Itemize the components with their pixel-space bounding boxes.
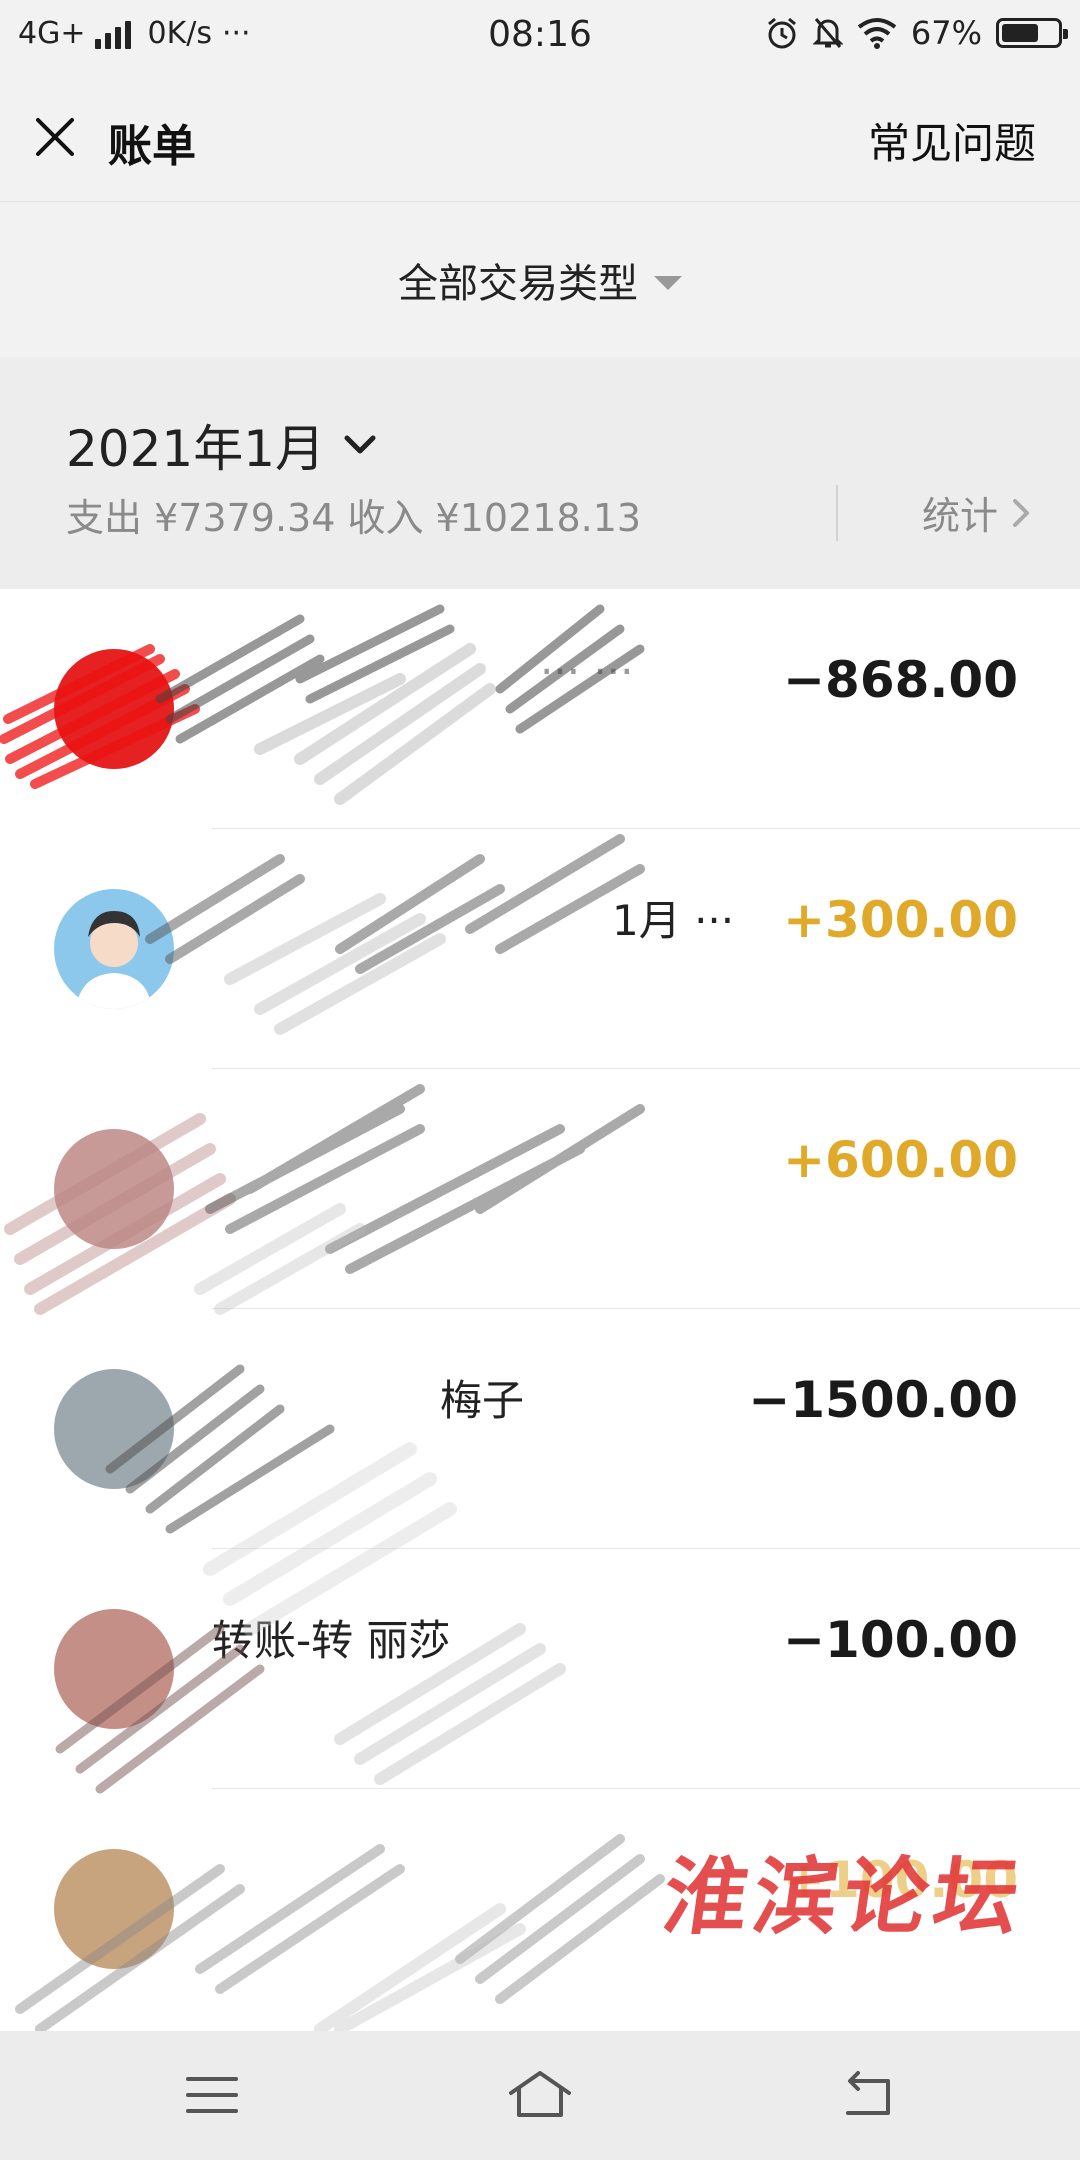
transaction-amount: −100.00 <box>783 1611 1018 1669</box>
stats-button[interactable]: 统计 <box>922 485 1030 540</box>
transaction-type-filter[interactable]: 全部交易类型 <box>0 202 1080 357</box>
transaction-amount: +600.00 <box>783 1131 1018 1189</box>
avatar <box>54 889 174 1009</box>
avatar <box>54 1129 174 1249</box>
avatar <box>54 1609 174 1729</box>
alarm-icon <box>765 16 799 50</box>
chevron-right-icon <box>1013 498 1029 527</box>
month-label: 2021年1月 <box>66 420 326 478</box>
transaction-title: 转账-转 丽莎 <box>212 1616 451 1665</box>
wifi-icon <box>857 17 897 49</box>
close-icon <box>36 118 74 156</box>
transaction-list: ··· ··· −868.00 1月 ··· +300.00 +600.00 梅… <box>0 589 1080 2031</box>
status-right: 67% <box>765 14 1068 52</box>
month-summary: 2021年1月 支出 ¥7379.34 收入 ¥10218.13 统计 <box>0 357 1080 589</box>
home-button[interactable] <box>505 2067 575 2123</box>
home-icon <box>509 2071 571 2117</box>
transaction-amount: −868.00 <box>783 651 1018 709</box>
faq-link[interactable]: 常见问题 <box>868 110 1036 171</box>
mute-bell-icon <box>812 16 843 50</box>
transaction-row[interactable]: ··· ··· −868.00 <box>0 589 1080 829</box>
divider <box>836 485 838 541</box>
back-icon <box>846 2071 890 2115</box>
stats-label: 统计 <box>921 494 998 538</box>
page-title: 账单 <box>108 121 196 172</box>
month-totals: 支出 ¥7379.34 收入 ¥10218.13 <box>66 496 642 540</box>
transaction-amount: +300.00 <box>783 891 1018 949</box>
battery-icon <box>996 18 1068 48</box>
menu-button[interactable] <box>182 2067 242 2123</box>
transaction-row[interactable]: +600.00 <box>0 1069 1080 1309</box>
status-bar: 4G+ 0K/s ··· 08:16 67% <box>0 0 1080 72</box>
caret-down-icon <box>654 275 682 290</box>
back-button[interactable] <box>838 2067 898 2123</box>
avatar <box>54 649 174 769</box>
system-nav-bar <box>0 2031 1080 2160</box>
avatar <box>54 1849 174 1969</box>
transaction-row[interactable]: 1月 ··· +300.00 <box>0 829 1080 1069</box>
transaction-row[interactable]: 梅子 −1500.00 <box>0 1309 1080 1549</box>
transaction-title: 1月 ··· <box>612 896 735 945</box>
transaction-title: 梅子 <box>440 1376 525 1425</box>
close-button[interactable] <box>30 112 80 162</box>
watermark: 淮滨论坛 <box>657 1847 1032 1946</box>
transaction-title: ··· ··· <box>540 647 634 696</box>
transaction-row[interactable]: 转账-转 丽莎 −100.00 <box>0 1549 1080 1789</box>
chevron-down-icon <box>344 435 376 454</box>
month-selector[interactable]: 2021年1月 <box>66 409 377 481</box>
transaction-amount: −1500.00 <box>748 1371 1018 1429</box>
header: 账单 常见问题 <box>0 72 1080 202</box>
battery-percent: 67% <box>910 14 982 52</box>
avatar <box>54 1369 174 1489</box>
filter-label: 全部交易类型 <box>398 260 638 307</box>
menu-icon <box>186 2077 238 2113</box>
